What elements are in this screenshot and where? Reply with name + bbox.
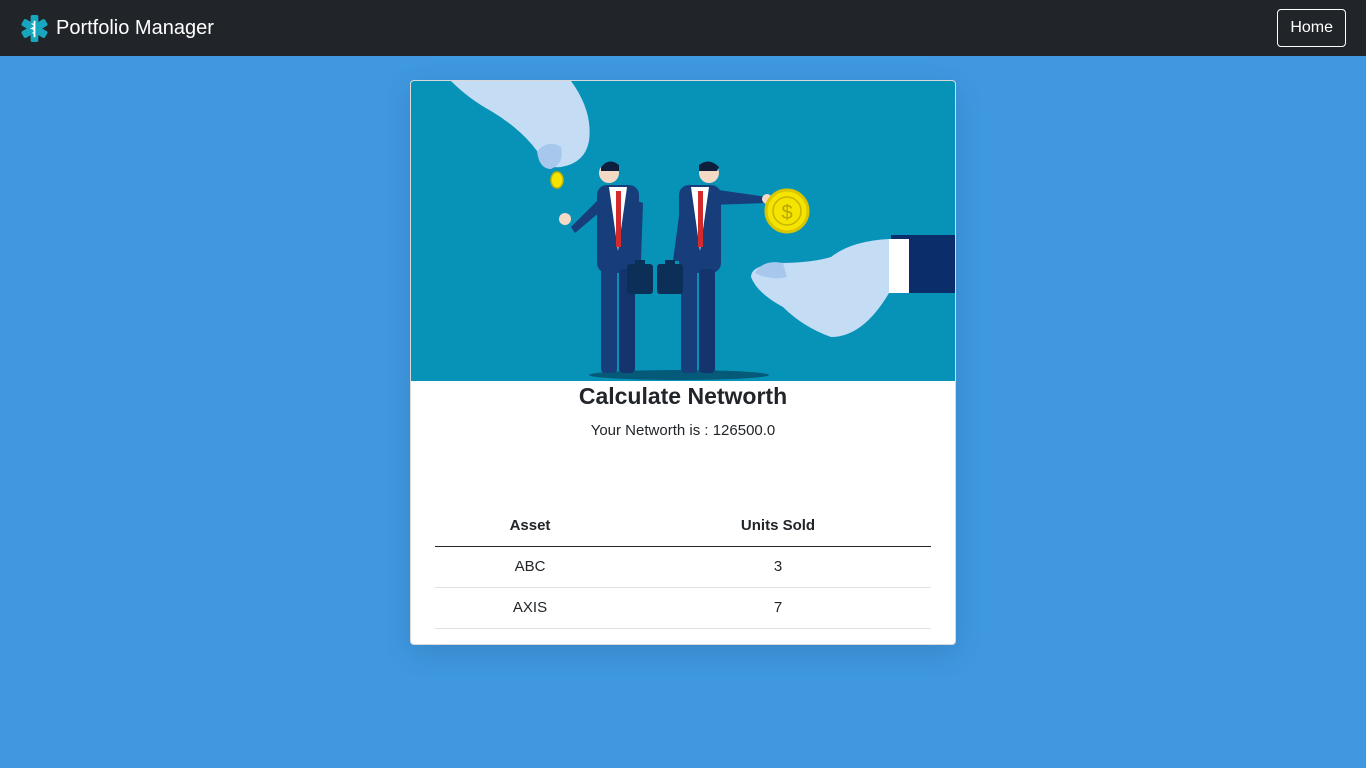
navbar: Portfolio Manager Home	[0, 0, 1366, 56]
table-row: AXIS 7	[435, 587, 931, 629]
units-sold-cell: 3	[625, 546, 931, 588]
networth-value: Your Networth is : 126500.0	[590, 422, 776, 439]
table-row: ABC 3	[435, 546, 931, 588]
svg-text:$: $	[781, 202, 792, 224]
networth-card: $ Calculate Networth Your Networth is : …	[410, 80, 956, 645]
asset-cell: ABC	[435, 546, 625, 588]
brand-name: Portfolio Manager	[56, 16, 214, 39]
table-header-row: Asset Units Sold	[435, 505, 931, 547]
navbar-brand[interactable]: Portfolio Manager	[20, 14, 214, 43]
home-button[interactable]: Home	[1277, 9, 1346, 47]
hero-image: $	[411, 81, 955, 381]
medical-star-icon	[21, 14, 48, 42]
column-header-asset: Asset	[435, 505, 625, 547]
column-header-units-sold: Units Sold	[625, 505, 931, 547]
assets-table: Asset Units Sold ABC 3 AXIS 7	[435, 505, 931, 629]
card-title: Calculate Networth	[578, 383, 788, 409]
units-sold-cell: 7	[625, 587, 931, 629]
asset-cell: AXIS	[435, 587, 625, 629]
